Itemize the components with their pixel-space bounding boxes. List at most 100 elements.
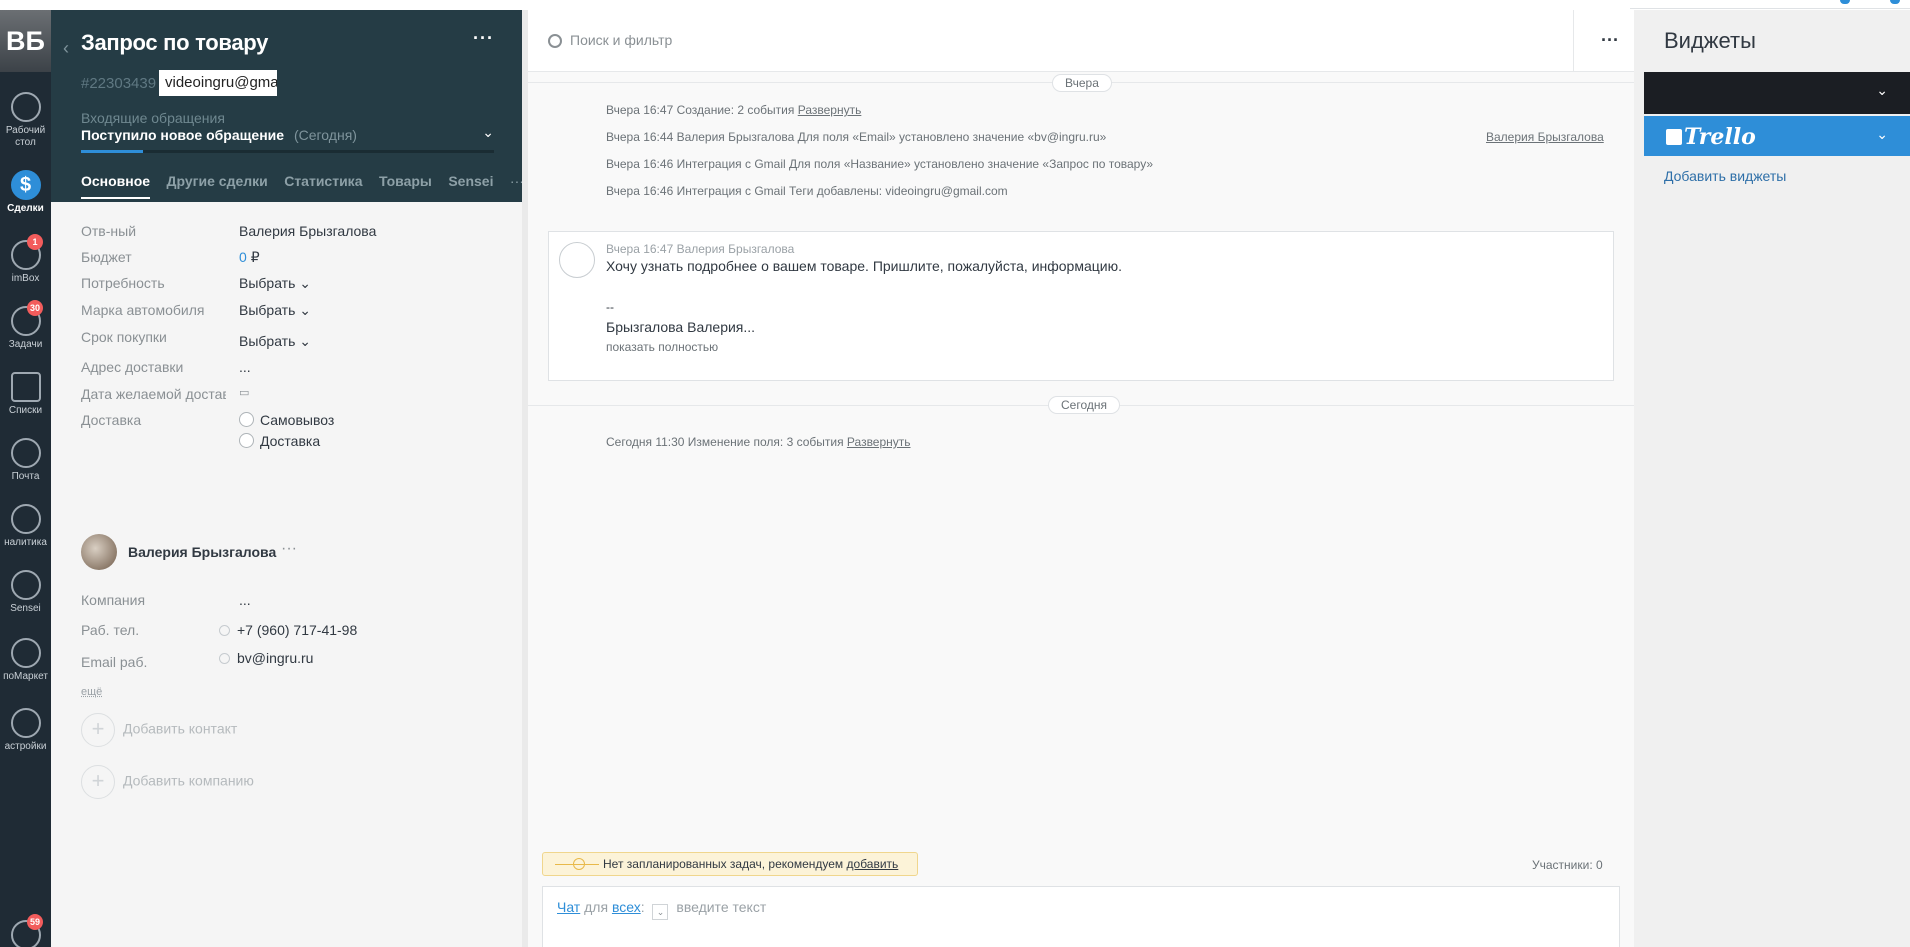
delivery-option-pickup[interactable]: Самовывоз [239,412,334,428]
nav-item-market[interactable]: поМаркет [0,638,51,683]
chevron-down-icon[interactable]: ⌄ [1876,126,1888,143]
stage-date: (Сегодня) [293,127,357,143]
recipients-link[interactable]: всех [612,899,641,915]
nav-label: imBox [11,273,40,284]
add-company-button[interactable]: + Добавить компанию [81,765,254,799]
company-value[interactable]: ... [239,592,251,608]
lists-icon [10,372,41,402]
nav-label: Задачи [8,339,43,350]
lead-id: #22303439 [81,75,157,92]
nav-item-mail[interactable]: Почта [0,438,51,483]
nav-label: астройки [4,741,47,752]
calendar-icon[interactable]: ▭ [239,386,249,399]
dashboard-icon [10,92,41,122]
nav-label: поМаркет [3,671,48,682]
lead-title[interactable]: Запрос по товару [81,30,268,56]
note-text: Хочу узнать подробнее о вашем товаре. Пр… [606,258,1122,274]
add-widgets-link[interactable]: Добавить виджеты [1664,168,1786,184]
plus-icon: + [81,765,115,799]
field-label: Бюджет [81,249,132,265]
top-strip [0,0,1910,10]
nav-item-settings[interactable]: астройки [0,708,51,753]
user-avatar[interactable]: ВБ [0,10,51,72]
participants-count[interactable]: Участники: 0 [1532,858,1603,872]
market-icon [10,638,41,668]
nav-label: налитика [4,537,47,548]
expand-link[interactable]: Развернуть [847,435,911,449]
widget-dark-bar[interactable]: ⌄ [1644,72,1910,114]
stage-select[interactable]: Поступило новое обращение (Сегодня) [81,127,357,143]
tab-products[interactable]: Товары [379,173,432,197]
add-contact-button[interactable]: + Добавить контакт [81,713,237,747]
plus-icon: + [81,713,115,747]
tab-statistics[interactable]: Статистика [284,173,362,197]
tab-main[interactable]: Основное [81,173,151,199]
responsible-value[interactable]: Валерия Брызгалова [239,223,376,239]
chevron-down-icon[interactable]: ⌄ [1876,82,1888,99]
nav-label: Рабочий стол [5,125,46,148]
nav-item-notifications[interactable]: 59 [0,914,51,947]
search-icon [548,34,562,48]
field-label: Доставка [81,412,142,428]
tab-other-deals[interactable]: Другие сделки [167,173,268,197]
tab-sensei[interactable]: Sensei [448,173,493,197]
show-more-link[interactable]: ещё [81,686,102,698]
card-tabs: Основное Другие сделки Статистика Товары… [81,173,524,199]
activity-feed: Вчера Вчера 16:47 Создание: 2 события Ра… [528,72,1634,947]
field-label: Марка автомобиля [81,302,205,318]
phone-value[interactable]: +7 (960) 717-41-98 [219,622,357,638]
composer-input[interactable]: введите текст [676,899,766,915]
nav-item-imbox[interactable]: 1 imBox [0,234,51,285]
widgets-panel: Виджеты ⌄ Trello ⌄ Добавить виджеты [1634,10,1910,947]
nav-item-sensei[interactable]: Sensei [0,570,51,615]
chevron-down-icon[interactable]: ⌄ [652,904,669,920]
mail-icon [10,438,41,468]
widget-trello[interactable]: Trello ⌄ [1644,116,1910,156]
event-email-field: Вчера 16:44 Валерия Брызгалова Для поля … [606,130,1107,144]
feed-more-icon[interactable]: ··· [1601,30,1619,51]
need-select[interactable]: Выбрать ⌄ [239,275,311,292]
event-creation: Вчера 16:47 Создание: 2 события Разверну… [606,103,862,117]
feed-search-bar: Поиск и фильтр ··· [528,10,1634,72]
nav-item-dashboard[interactable]: Рабочий стол [0,92,51,149]
sensei-icon [10,570,41,600]
contact-more-icon[interactable]: ··· [281,540,297,558]
trello-logo: Trello [1666,124,1756,150]
add-task-link[interactable]: добавить [847,857,899,871]
more-options-icon[interactable]: ··· [473,28,494,49]
car-brand-select[interactable]: Выбрать ⌄ [239,302,311,319]
unread-badge: 1 [27,234,43,250]
event-tags-added: Вчера 16:46 Интеграция с Gmail Теги доба… [606,184,1008,198]
lead-card-header: ‹ Запрос по товару ··· #22303439 videoin… [51,10,524,202]
delivery-option-delivery[interactable]: Доставка [239,433,320,449]
email-note[interactable]: Вчера 16:47 Валерия Брызгалова Хочу узна… [548,231,1614,381]
nav-item-tasks[interactable]: 30 Задачи [0,300,51,351]
chevron-down-icon[interactable]: ⌄ [482,124,494,141]
contact-name[interactable]: Валерия Брызгалова [128,544,276,560]
email-value[interactable]: bv@ingru.ru [219,650,313,666]
field-label: Потребность [81,275,165,291]
day-separator-yesterday: Вчера [1052,74,1112,92]
analytics-icon [10,504,41,534]
back-arrow-icon[interactable]: ‹ [63,38,69,59]
search-input[interactable]: Поиск и фильтр [570,32,672,48]
nav-item-lists[interactable]: Списки [0,372,51,417]
message-composer[interactable]: Чат для всех: ⌄ введите текст [542,886,1620,947]
nav-item-deals[interactable]: $ Сделки [0,170,51,215]
field-label: Компания [81,592,146,608]
delivery-address-value[interactable]: ... [239,359,251,375]
note-dash: -- [606,300,614,314]
purchase-term-select[interactable]: Выбрать ⌄ [239,333,311,350]
chat-type-link[interactable]: Чат [557,899,580,915]
expand-link[interactable]: Развернуть [798,103,862,117]
contact-avatar[interactable] [81,534,117,570]
show-full-link[interactable]: показать полностью [606,340,718,354]
event-author-link[interactable]: Валерия Брызгалова [1486,130,1604,144]
field-label: Email раб. [81,654,148,670]
tasks-badge: 30 [26,300,43,316]
lead-tag[interactable]: videoingru@gmail.com [159,70,277,96]
nav-label: Сделки [7,203,44,214]
budget-value[interactable]: 0 ₽ [239,249,260,266]
nav-item-analytics[interactable]: налитика [0,504,51,549]
deals-icon: $ [10,170,41,200]
